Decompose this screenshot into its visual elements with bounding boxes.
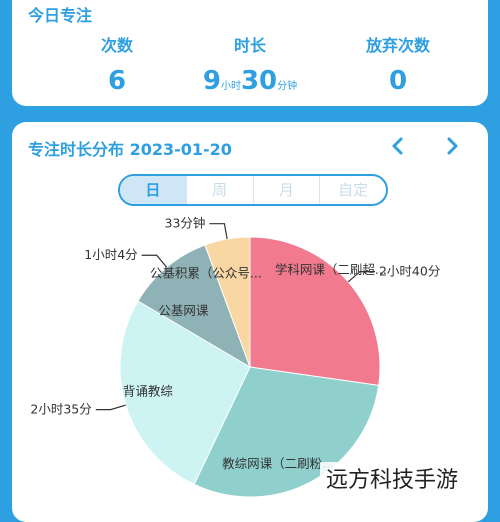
pie-slice-subject-course[interactable] xyxy=(249,236,381,386)
focus-pie-chart: 学科网课（二刷超...2小时40分教综网课（二刷粉... 背诵教综 2小时35分 公基… xyxy=(30,216,440,498)
pie-name-label-recite-edu: 背诵教综 xyxy=(123,384,174,399)
pie-leader-line-recite-edu xyxy=(95,404,126,411)
pie-duration-label-recite-edu: 2小时35分 xyxy=(30,402,91,417)
pie-name-label-edu-course: 教综网课（二刷粉... xyxy=(222,456,334,471)
pie-leader-line-public-accumulate xyxy=(209,223,228,240)
pie-name-label-public-course: 公基网课 xyxy=(158,303,209,318)
pie-duration-label-public-accumulate: 33分钟 xyxy=(165,216,206,231)
pie-duration-label-public-course: 1小时4分 xyxy=(84,247,137,262)
pie-name-label-subject-course: 学科网课（二刷超... xyxy=(275,262,387,277)
pie-duration-label-subject-course: 2小时40分 xyxy=(379,264,440,279)
pie-name-label-public-accumulate: 公基积累（公众号... xyxy=(150,266,262,281)
watermark-text: 远方科技手游 xyxy=(320,462,465,494)
